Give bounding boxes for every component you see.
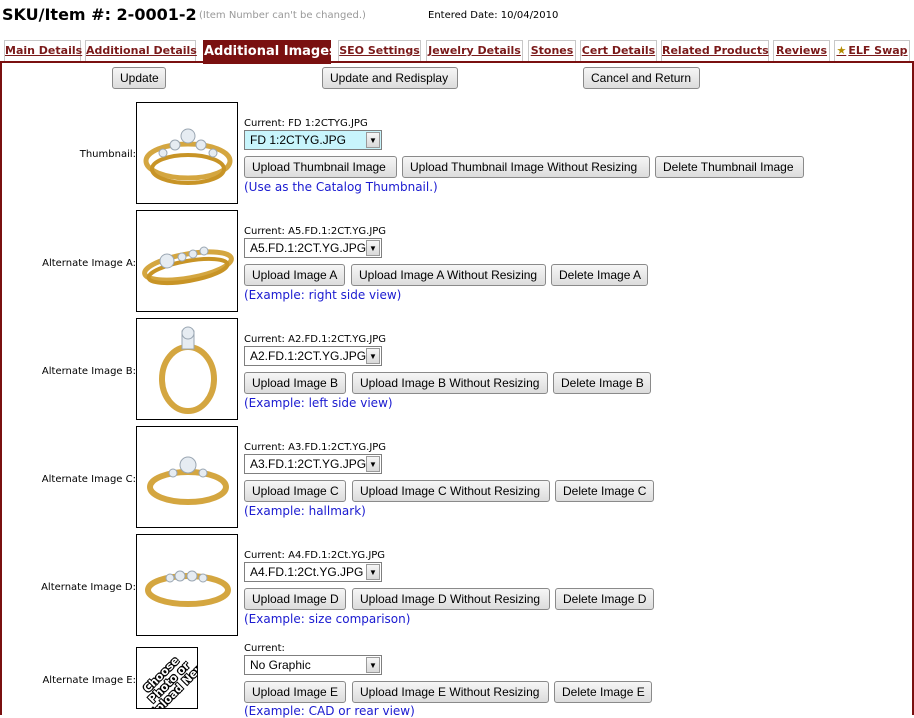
alt-image-b-hint: (Example: left side view) — [244, 396, 393, 410]
chevron-down-icon: ▼ — [366, 240, 380, 256]
upload-image-d-noresize-button[interactable]: Upload Image D Without Resizing — [352, 588, 550, 610]
alt-image-b-thumb[interactable] — [136, 318, 238, 420]
alt-image-c-thumb[interactable] — [136, 426, 238, 528]
delete-image-d-button[interactable]: Delete Image D — [555, 588, 654, 610]
tab-elf-swap-label: ELF Swap — [848, 44, 908, 57]
chevron-down-icon: ▼ — [366, 564, 380, 580]
thumbnail-label: Thumbnail: — [79, 149, 136, 160]
alt-image-e-label: Alternate Image E: — [42, 675, 136, 686]
alt-image-a-hint: (Example: right side view) — [244, 288, 402, 302]
alt-image-a-select-value: A5.FD.1:2CT.YG.JPG — [250, 241, 367, 255]
alt-image-c-hint: (Example: hallmark) — [244, 504, 366, 518]
upload-thumbnail-noresize-button[interactable]: Upload Thumbnail Image Without Resizing — [402, 156, 650, 178]
choose-photo-text: Choose Photo or Upload New — [140, 654, 198, 709]
tab-main-details[interactable]: Main Details — [4, 40, 82, 63]
upload-image-c-button[interactable]: Upload Image C — [244, 480, 346, 502]
alt-image-c-select-value: A3.FD.1:2CT.YG.JPG — [250, 457, 367, 471]
alt-image-c-select[interactable]: A3.FD.1:2CT.YG.JPG ▼ — [244, 454, 382, 474]
chevron-down-icon: ▼ — [366, 132, 380, 148]
alt-image-d-label: Alternate Image D: — [41, 582, 136, 593]
alt-image-a-thumb[interactable] — [136, 210, 238, 312]
tab-elf-swap[interactable]: ★ ELF Swap — [834, 40, 910, 63]
upload-image-a-noresize-button[interactable]: Upload Image A Without Resizing — [351, 264, 546, 286]
thumbnail-hint: (Use as the Catalog Thumbnail.) — [244, 180, 438, 194]
tab-reviews[interactable]: Reviews — [773, 40, 830, 63]
star-icon: ★ — [836, 44, 847, 57]
alt-image-b-select[interactable]: A2.FD.1:2CT.YG.JPG ▼ — [244, 346, 382, 366]
upload-image-a-button[interactable]: Upload Image A — [244, 264, 345, 286]
tab-cert-details[interactable]: Cert Details — [580, 40, 657, 63]
alt-image-c-label: Alternate Image C: — [41, 474, 136, 485]
alt-image-c-current: Current: A3.FD.1:2CT.YG.JPG — [244, 442, 387, 453]
content-panel: Update Update and Redisplay Cancel and R… — [0, 61, 914, 718]
sku-note: (Item Number can't be changed.) — [199, 10, 366, 21]
tab-jewelry-details[interactable]: Jewelry Details — [426, 40, 523, 63]
alt-image-d-current: Current: A4.FD.1:2Ct.YG.JPG — [244, 550, 386, 561]
alt-image-b-current: Current: A2.FD.1:2CT.YG.JPG — [244, 334, 387, 345]
delete-image-b-button[interactable]: Delete Image B — [553, 372, 651, 394]
thumbnail-select-value: FD 1:2CTYG.JPG — [250, 133, 347, 147]
chevron-down-icon: ▼ — [366, 657, 380, 673]
entered-date: Entered Date: 10/04/2010 — [428, 10, 559, 21]
upload-image-b-button[interactable]: Upload Image B — [244, 372, 346, 394]
alt-image-e-select-value: No Graphic — [250, 658, 311, 672]
upload-image-e-noresize-button[interactable]: Upload Image E Without Resizing — [352, 681, 549, 703]
sku-title: SKU/Item #: 2-0001-2 — [2, 5, 197, 24]
alt-image-e-current: Current: — [244, 643, 285, 654]
delete-image-e-button[interactable]: Delete Image E — [554, 681, 652, 703]
alt-image-a-select[interactable]: A5.FD.1:2CT.YG.JPG ▼ — [244, 238, 382, 258]
delete-thumbnail-button[interactable]: Delete Thumbnail Image — [655, 156, 804, 178]
tab-related-products[interactable]: Related Products — [661, 40, 769, 63]
cancel-return-button[interactable]: Cancel and Return — [583, 67, 700, 89]
alt-image-b-select-value: A2.FD.1:2CT.YG.JPG — [250, 349, 367, 363]
alt-image-a-current: Current: A5.FD.1:2CT.YG.JPG — [244, 226, 387, 237]
alt-image-d-thumb[interactable] — [136, 534, 238, 636]
alt-image-e-select[interactable]: No Graphic ▼ — [244, 655, 382, 675]
update-redisplay-button[interactable]: Update and Redisplay — [322, 67, 458, 89]
alt-image-a-label: Alternate Image A: — [42, 258, 136, 269]
upload-thumbnail-button[interactable]: Upload Thumbnail Image — [244, 156, 397, 178]
alt-image-b-label: Alternate Image B: — [41, 366, 136, 377]
delete-image-a-button[interactable]: Delete Image A — [551, 264, 648, 286]
chevron-down-icon: ▼ — [366, 348, 380, 364]
upload-image-c-noresize-button[interactable]: Upload Image C Without Resizing — [352, 480, 550, 502]
page-header: SKU/Item #: 2-0001-2 (Item Number can't … — [0, 0, 914, 34]
thumbnail-current: Current: FD 1:2CTYG.JPG — [244, 118, 368, 129]
choose-photo-placeholder[interactable]: Choose Photo or Upload New — [136, 647, 198, 709]
delete-image-c-button[interactable]: Delete Image C — [555, 480, 654, 502]
alt-image-d-select[interactable]: A4.FD.1:2Ct.YG.JPG ▼ — [244, 562, 382, 582]
tab-bar: Main Details Additional Details Addition… — [0, 35, 914, 64]
tab-additional-details[interactable]: Additional Details — [85, 40, 197, 63]
chevron-down-icon: ▼ — [366, 456, 380, 472]
thumbnail-select[interactable]: FD 1:2CTYG.JPG ▼ — [244, 130, 382, 150]
upload-image-b-noresize-button[interactable]: Upload Image B Without Resizing — [352, 372, 548, 394]
tab-stones[interactable]: Stones — [528, 40, 576, 63]
thumbnail-image[interactable] — [136, 102, 238, 204]
update-button[interactable]: Update — [112, 67, 166, 89]
alt-image-d-hint: (Example: size comparison) — [244, 612, 411, 626]
alt-image-e-hint: (Example: CAD or rear view) — [244, 704, 415, 718]
upload-image-d-button[interactable]: Upload Image D — [244, 588, 346, 610]
tab-seo-settings[interactable]: SEO Settings — [338, 40, 421, 63]
upload-image-e-button[interactable]: Upload Image E — [244, 681, 346, 703]
alt-image-d-select-value: A4.FD.1:2Ct.YG.JPG — [250, 565, 364, 579]
